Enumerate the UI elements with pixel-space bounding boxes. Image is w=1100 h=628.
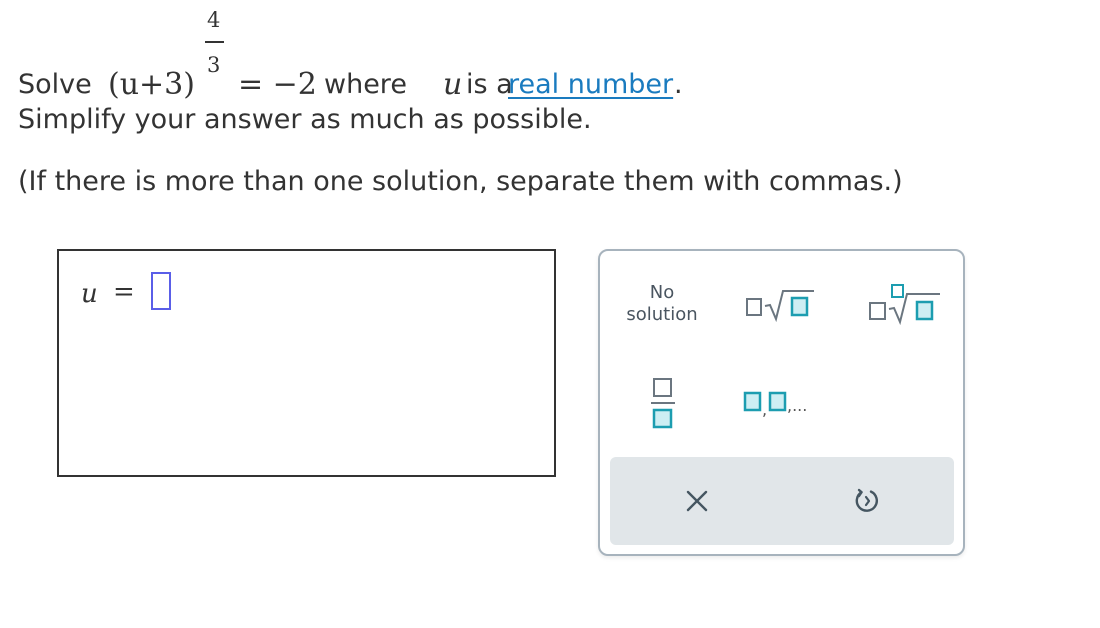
answer-box[interactable]: u = bbox=[57, 249, 556, 477]
math-keypad: No solution , ,... bbox=[598, 249, 965, 556]
is-a-label: is a bbox=[466, 69, 513, 100]
fraction-button[interactable] bbox=[638, 369, 688, 437]
clear-button[interactable] bbox=[674, 477, 720, 525]
close-icon bbox=[686, 490, 708, 512]
nth-root-button[interactable] bbox=[862, 279, 944, 329]
list-icon: , ,... bbox=[743, 391, 807, 419]
solve-label: Solve bbox=[18, 69, 92, 100]
answer-variable: u bbox=[81, 279, 98, 309]
undo-icon bbox=[855, 488, 878, 512]
exponent-numerator: 4 bbox=[207, 8, 221, 32]
equation-rhs: = −2 bbox=[238, 67, 317, 102]
real-number-link[interactable]: real number bbox=[508, 69, 673, 100]
instruction-text: Simplify your answer as much as possible… bbox=[18, 104, 592, 135]
period: . bbox=[674, 69, 683, 100]
answer-input[interactable] bbox=[151, 272, 171, 310]
equation-base: (u+3) bbox=[108, 67, 195, 102]
where-label: where bbox=[324, 69, 407, 100]
fraction-icon bbox=[651, 378, 675, 429]
svg-text:,: , bbox=[762, 400, 767, 419]
nth-root-icon bbox=[869, 284, 940, 326]
exponent-fraction-bar bbox=[205, 41, 224, 43]
no-solution-label-line2: solution bbox=[626, 304, 698, 325]
multiple-solution-note: (If there is more than one solution, sep… bbox=[18, 166, 903, 197]
undo-button[interactable] bbox=[844, 477, 890, 525]
list-button[interactable]: , ,... bbox=[736, 383, 824, 423]
no-solution-label-line1: No bbox=[649, 282, 675, 303]
svg-text:,...: ,... bbox=[787, 396, 807, 415]
no-solution-button[interactable]: No solution bbox=[618, 279, 706, 329]
keypad-action-bar bbox=[610, 457, 954, 545]
square-root-button[interactable] bbox=[740, 279, 820, 329]
variable-u: u bbox=[443, 67, 463, 102]
exponent-denominator: 3 bbox=[207, 53, 221, 77]
square-root-icon bbox=[746, 290, 814, 323]
answer-equals: = bbox=[113, 277, 135, 307]
problem-line: Solve (u+3) 4 3 = −2 where u is a real n… bbox=[18, 8, 918, 104]
